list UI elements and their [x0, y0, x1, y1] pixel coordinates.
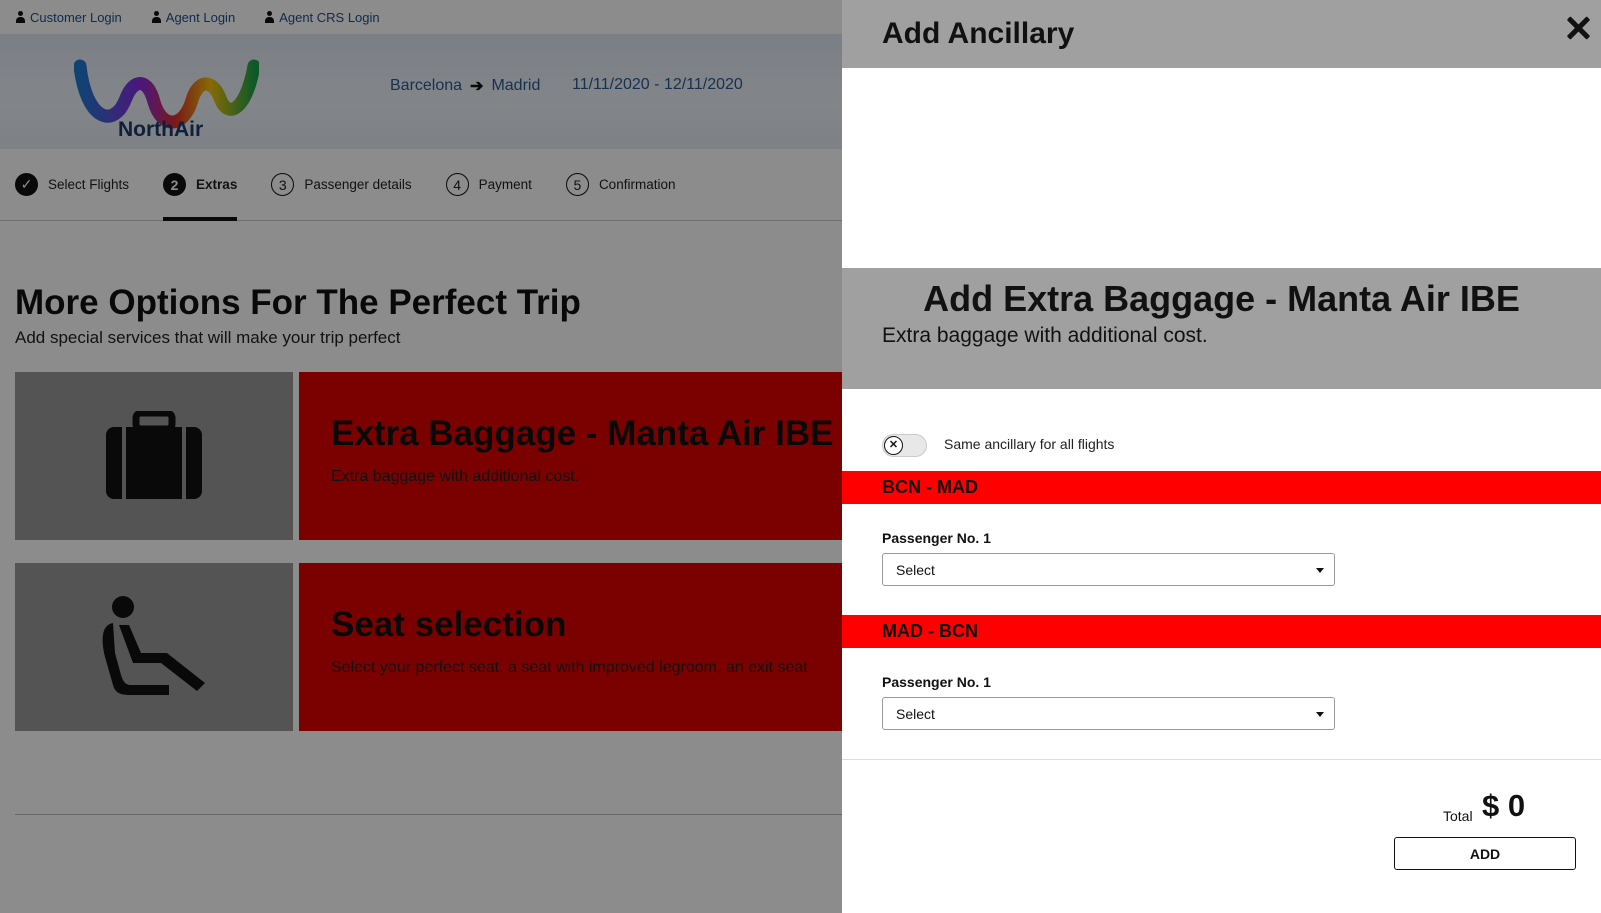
passenger-select-mad-bcn[interactable]: Select — [882, 697, 1335, 730]
leg-header-mad-bcn: MAD - BCN — [842, 615, 1601, 648]
ancillary-info-band: Add Extra Baggage - Manta Air IBE Extra … — [842, 268, 1601, 389]
leg-header-bcn-mad: BCN - MAD — [842, 471, 1601, 504]
toggle-off-icon: ✕ — [884, 436, 903, 455]
ancillary-description: Extra baggage with additional cost. — [882, 324, 1208, 347]
same-ancillary-toggle[interactable]: ✕ — [882, 434, 927, 457]
passenger-label: Passenger No. 1 — [882, 674, 991, 690]
total-value: $ 0 — [1482, 788, 1526, 823]
add-button[interactable]: ADD — [1394, 837, 1576, 870]
panel-header: Add Ancillary — [842, 0, 1601, 68]
total-label: Total — [1443, 808, 1473, 824]
passenger-select-bcn-mad[interactable]: Select — [882, 553, 1335, 586]
passenger-label: Passenger No. 1 — [882, 530, 991, 546]
select-value: Select — [896, 561, 935, 578]
same-ancillary-label: Same ancillary for all flights — [944, 436, 1115, 452]
leg-route: MAD - BCN — [882, 621, 978, 641]
add-ancillary-panel: Add Ancillary Add Extra Baggage - Manta … — [842, 0, 1601, 913]
panel-title: Add Ancillary — [882, 17, 1075, 50]
leg-route: BCN - MAD — [882, 477, 978, 497]
caret-down-icon — [1316, 568, 1324, 573]
divider — [842, 759, 1601, 760]
caret-down-icon — [1316, 712, 1324, 717]
close-icon[interactable] — [1564, 14, 1592, 42]
select-value: Select — [896, 705, 935, 722]
ancillary-title: Add Extra Baggage - Manta Air IBE — [923, 278, 1520, 319]
